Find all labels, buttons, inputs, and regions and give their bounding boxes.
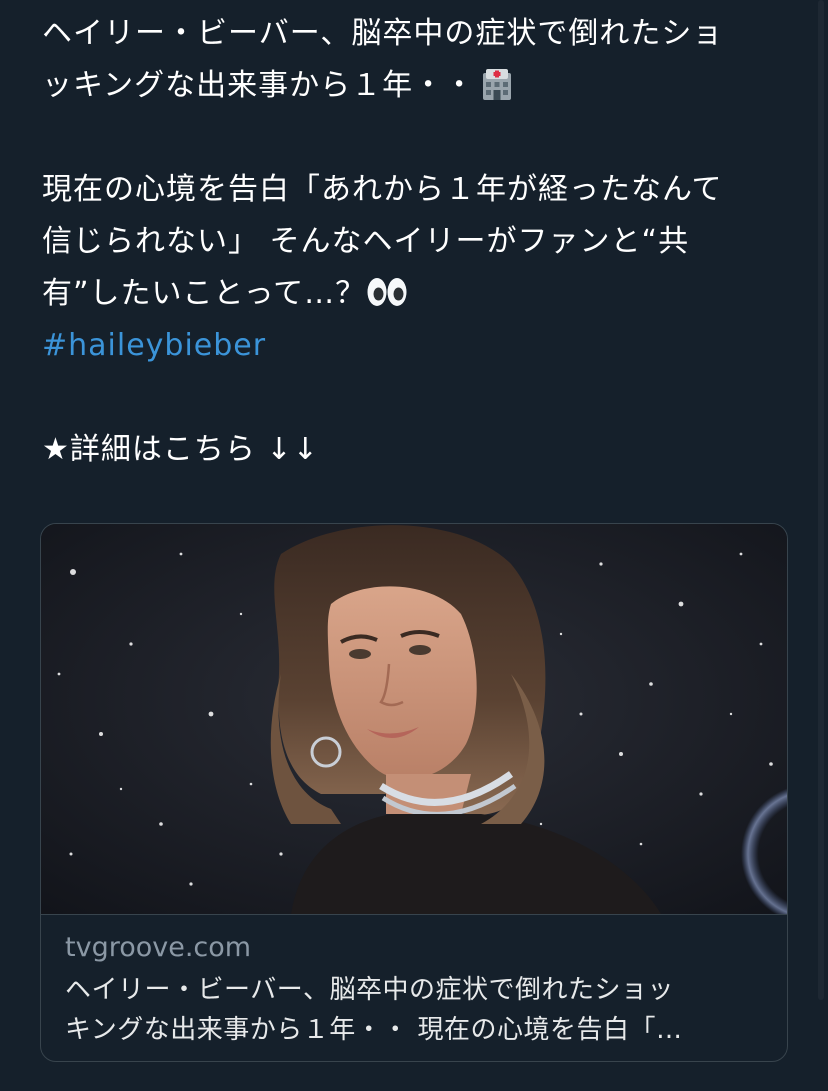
tweet-line: ッキングな出来事から１年・・ bbox=[42, 60, 792, 112]
eyes-icon bbox=[367, 278, 407, 306]
details-line: ★詳細はこちら ↓↓ bbox=[42, 424, 792, 476]
link-preview-card[interactable]: tvgroove.com ヘイリー・ビーバー、脳卒中の症状で倒れたショッ キング… bbox=[40, 523, 788, 1062]
tweet-line-text: 現在の心境を告白「あれから１年が経ったなんて bbox=[42, 172, 723, 207]
hashtag-link[interactable]: #haileybieber bbox=[42, 328, 266, 363]
tweet-line: 有”したいことって…？ bbox=[42, 268, 792, 320]
tweet-text: ヘイリー・ビーバー、脳卒中の症状で倒れたショ ッキングな出来事から１年・・ 現在… bbox=[42, 8, 792, 476]
card-title: ヘイリー・ビーバー、脳卒中の症状で倒れたショッ キングな出来事から１年・・ 現在… bbox=[65, 970, 765, 1050]
tweet-line-text: ッキングな出来事から１年・・ bbox=[42, 68, 476, 103]
scrollbar[interactable] bbox=[818, 0, 824, 1000]
card-title-line: ヘイリー・ビーバー、脳卒中の症状で倒れたショッ bbox=[65, 975, 674, 1005]
tweet-line: 現在の心境を告白「あれから１年が経ったなんて bbox=[42, 164, 792, 216]
tweet-line-text: 信じられない」 そんなヘイリーがファンと“共 bbox=[42, 224, 690, 259]
tweet-line: ヘイリー・ビーバー、脳卒中の症状で倒れたショ bbox=[42, 8, 792, 60]
tweet-line-text: ヘイリー・ビーバー、脳卒中の症状で倒れたショ bbox=[42, 16, 724, 51]
card-image[interactable] bbox=[41, 524, 787, 914]
hashtag-line: #haileybieber bbox=[42, 320, 792, 372]
card-divider bbox=[41, 914, 787, 915]
tweet-line: 信じられない」 そんなヘイリーがファンと“共 bbox=[42, 216, 792, 268]
hospital-icon bbox=[483, 69, 512, 100]
card-title-line: キングな出来事から１年・・ 現在の心境を告白「… bbox=[65, 1015, 683, 1045]
card-domain: tvgroove.com bbox=[65, 932, 252, 963]
details-text: ★詳細はこちら ↓↓ bbox=[42, 432, 319, 467]
tweet-line-text: 有”したいことって…？ bbox=[42, 276, 367, 311]
